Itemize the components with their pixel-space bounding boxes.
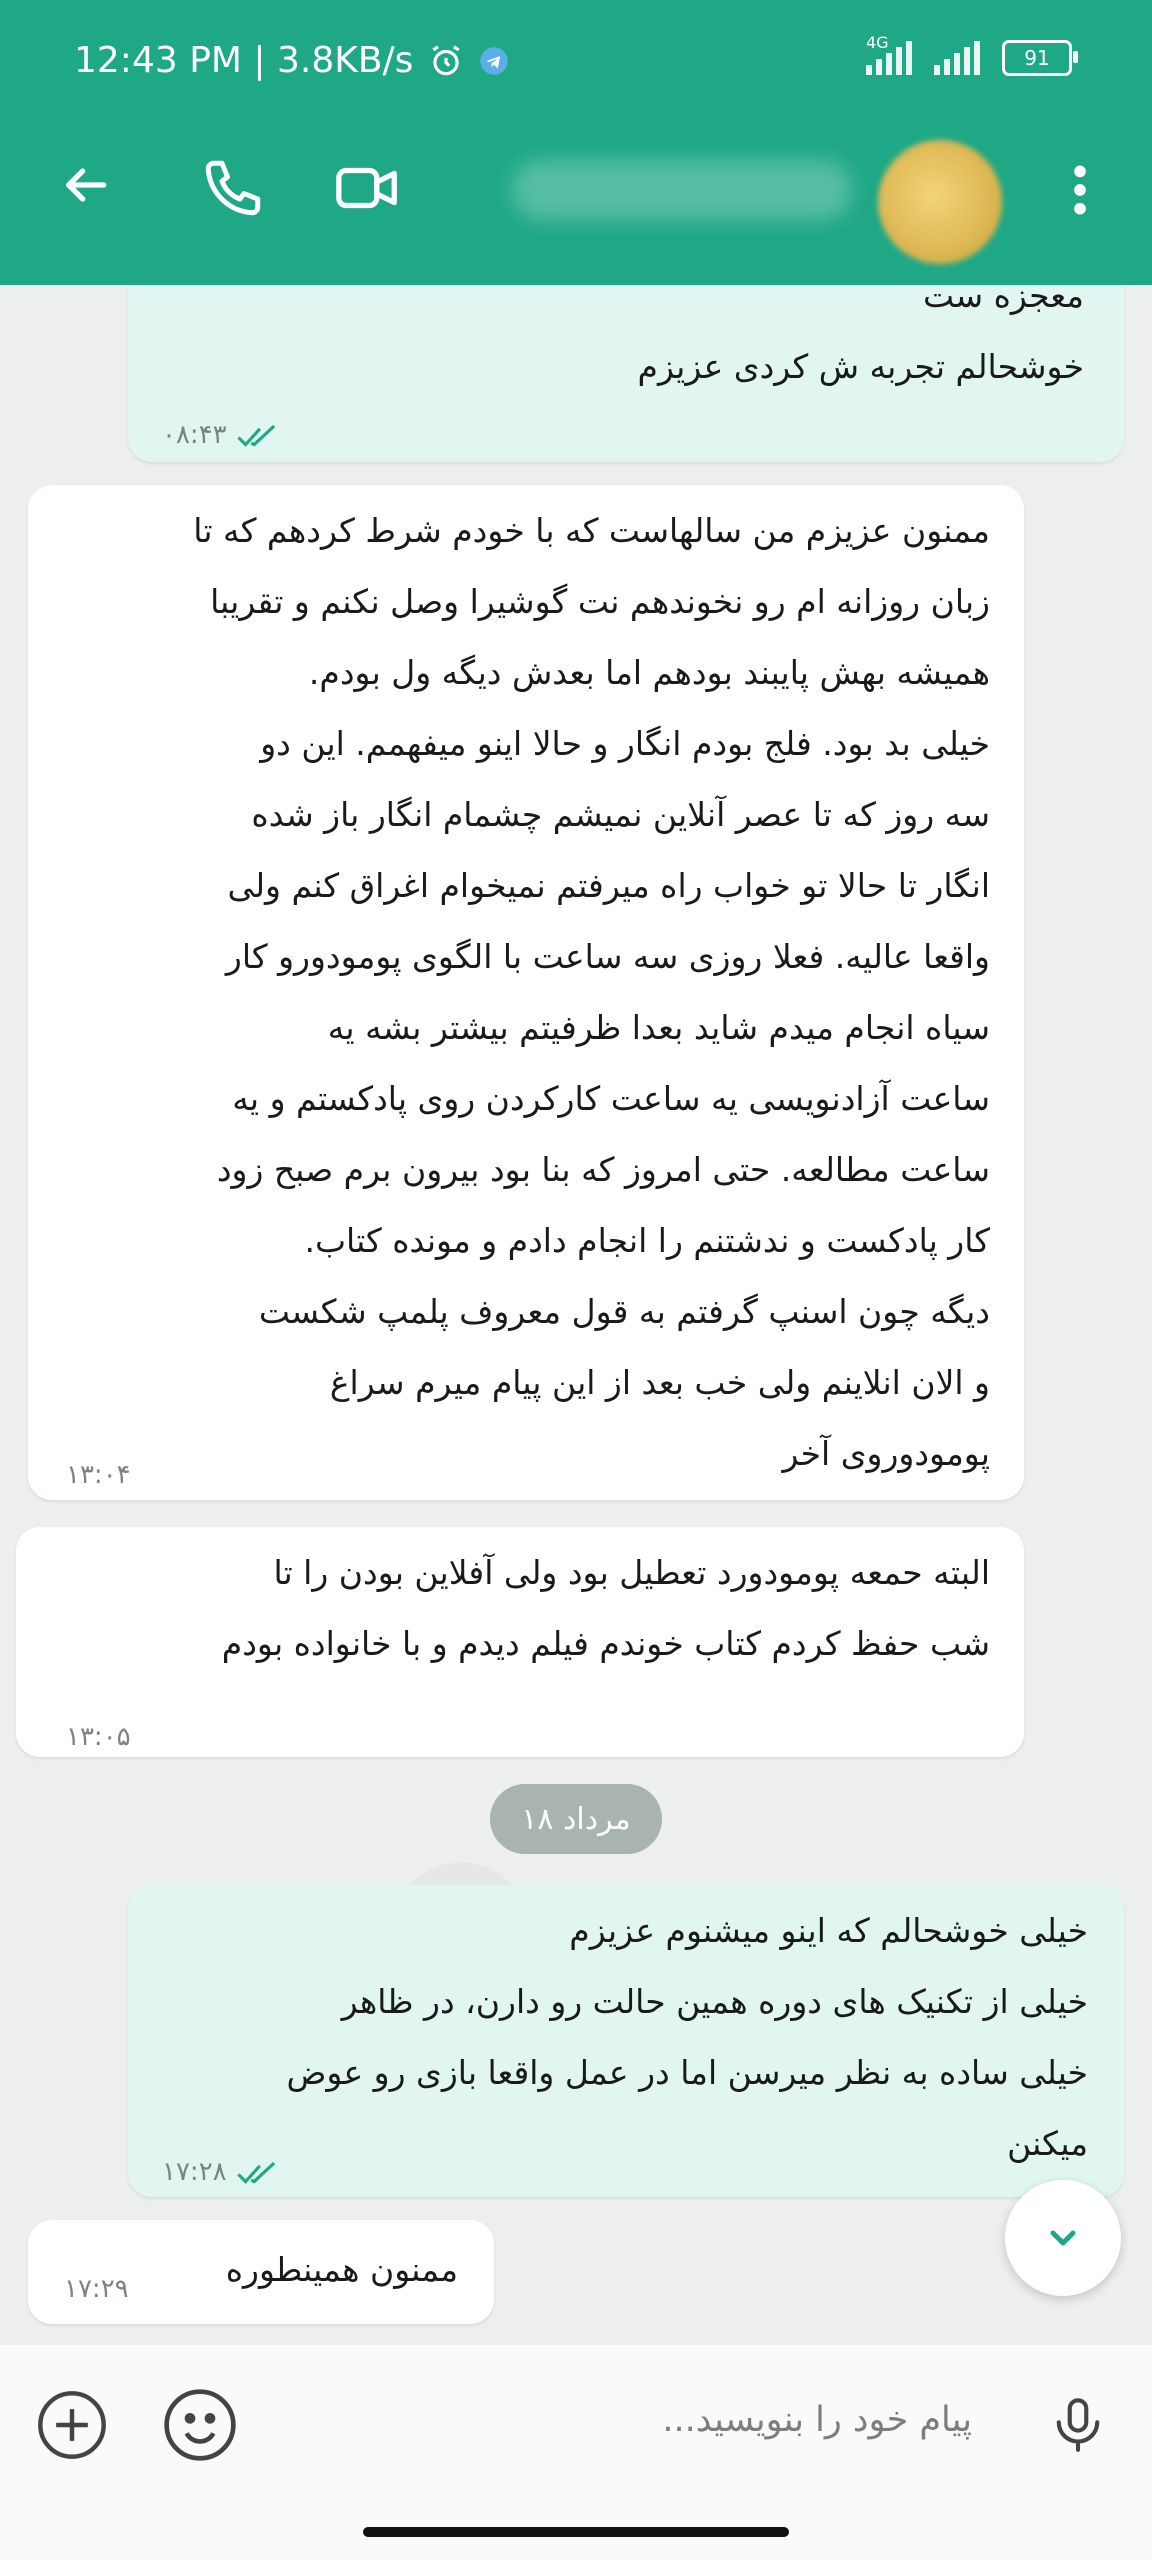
message-line: ساعت مطالعه. حتی امروز که بنا بود بیرون … (216, 1150, 990, 1189)
message-line: سیاه انجام میدم شاید بعدا ظرفیتم بیشتر ب… (327, 1008, 990, 1047)
message-line: خیلی از تکنیک های دوره همین حالت رو دارن… (341, 1982, 1088, 2021)
message-line: خیلی ساده به نظر میرسن اما در عمل واقعا … (286, 2053, 1088, 2092)
message-time: ۱۳:۰۵ (66, 1722, 131, 1752)
message-line: البته حمعه پومودورد تعطیل بود ولی آفلاین… (273, 1553, 990, 1592)
double-check-icon (236, 2161, 275, 2184)
chevron-down-icon (1050, 2230, 1076, 2246)
contact-name[interactable] (512, 160, 852, 220)
voice-message-button[interactable] (1040, 2385, 1116, 2465)
message-time: ۱۷:۲۹ (64, 2274, 129, 2304)
battery-level: 91 (1024, 46, 1050, 70)
message-line: و الان انلاینم ولی خب بعد از این پیام می… (329, 1363, 990, 1402)
more-options-button[interactable] (1055, 155, 1105, 225)
message-list[interactable]: معجزه ست خوشحالم تجربه ش کردی عزیزم ۰۸:۴… (0, 0, 1152, 2345)
message-line: کار پادکست و ندشتنم را انجام دادم و موند… (304, 1221, 990, 1260)
avatar[interactable] (878, 140, 1002, 264)
message-line-text: خیلی خوشحالم که اینو میشنوم عزیزم (569, 1911, 1088, 1950)
status-bar-right: 4G 91 (866, 33, 1078, 76)
message-line: سه روز که تا عصر آنلاین نمیشم چشمام انگا… (251, 795, 990, 834)
telegram-icon (480, 46, 509, 75)
message-time: ۱۷:۲۸ (162, 2157, 227, 2187)
message-meta: ۰۸:۴۳ (162, 400, 277, 471)
message-meta: ۱۳:۰۴ (66, 1440, 131, 1511)
message-line: خیلی خوشحالم که اینو میشنوم عزیزم (287, 1895, 1088, 1966)
chat-header: 12:43 PM | 3.8KB/s 4G 91 (0, 0, 1152, 285)
home-indicator[interactable] (363, 2527, 789, 2537)
message-line: زبان روزانه ام رو نخوندهم نت گوشیرا وصل … (210, 582, 990, 621)
signal-icon (934, 41, 980, 75)
phone-icon (205, 160, 261, 216)
voice-call-button[interactable] (195, 150, 271, 226)
network-type: 4G (866, 33, 889, 52)
signal-4g-icon: 4G (866, 33, 912, 75)
message-time: ۰۸:۴۳ (162, 420, 227, 450)
message-line: خوشحالم تجربه ش کردی عزیزم (637, 347, 1084, 386)
incoming-message-bubble[interactable]: ممنون عزیزم من سالهاست که با خودم شرط کر… (28, 485, 1024, 1500)
message-line: ممنون همینطوره (225, 2250, 458, 2289)
attach-button[interactable] (32, 2385, 112, 2465)
message-line: واقعا عالیه. فعلا روزی سه ساعت با الگوی … (225, 937, 990, 976)
emoji-icon (164, 2389, 236, 2461)
back-button[interactable] (50, 150, 120, 220)
plus-circle-icon (38, 2391, 106, 2459)
video-camera-icon (336, 167, 397, 209)
message-line: ممنون عزیزم من سالهاست که با خودم شرط کر… (193, 511, 990, 550)
message-line: دیگه چون اسنپ گرفتم به قول معروف پلمپ شک… (258, 1292, 990, 1331)
arrow-left-icon (65, 168, 107, 202)
incoming-message-bubble[interactable]: البته حمعه پومودورد تعطیل بود ولی آفلاین… (16, 1527, 1024, 1757)
message-line: انگار تا حالا تو خواب راه میرفتم نمیخوام… (227, 866, 990, 905)
message-time: ۱۳:۰۴ (66, 1460, 131, 1490)
message-line: پومودوروی آخر (782, 1434, 990, 1473)
message-line: ساعت آزادنویسی یه ساعت کارکردن روی پادکس… (232, 1079, 990, 1118)
status-time: 12:43 PM | 3.8KB/s (74, 40, 414, 81)
double-check-icon (236, 424, 275, 447)
message-line: همیشه بهش پایبند بودهم اما بعدش دیگه ول … (308, 653, 990, 692)
date-separator: ۱۸ مرداد (490, 1784, 662, 1854)
status-bar-left: 12:43 PM | 3.8KB/s (74, 40, 509, 81)
battery-icon: 91 (1002, 40, 1078, 76)
message-input[interactable]: پیام خود را بنویسید... (662, 2400, 972, 2440)
microphone-icon (1056, 2398, 1100, 2452)
message-meta: ۱۷:۲۸ (162, 2137, 277, 2208)
more-vertical-icon (1074, 165, 1086, 215)
message-meta: ۱۷:۲۹ (64, 2254, 129, 2325)
message-meta: ۱۳:۰۵ (66, 1702, 131, 1773)
emoji-button[interactable] (160, 2385, 240, 2465)
video-call-button[interactable] (330, 150, 406, 226)
message-line: میکنن (1007, 2124, 1088, 2163)
incoming-message-bubble[interactable]: ممنون همینطوره ۱۷:۲۹ (28, 2220, 494, 2324)
outgoing-message-bubble[interactable]: خیلی خوشحالم که اینو میشنوم عزیزم خیلی ا… (128, 1885, 1124, 2197)
scroll-to-bottom-button[interactable] (1005, 2180, 1121, 2296)
message-line: خیلی بد بود. فلج بودم انگار و حالا اینو … (260, 724, 990, 763)
alarm-icon (432, 44, 460, 75)
message-line: شب حفظ کردم کتاب خوندم فیلم دیدم و با خا… (221, 1624, 990, 1663)
